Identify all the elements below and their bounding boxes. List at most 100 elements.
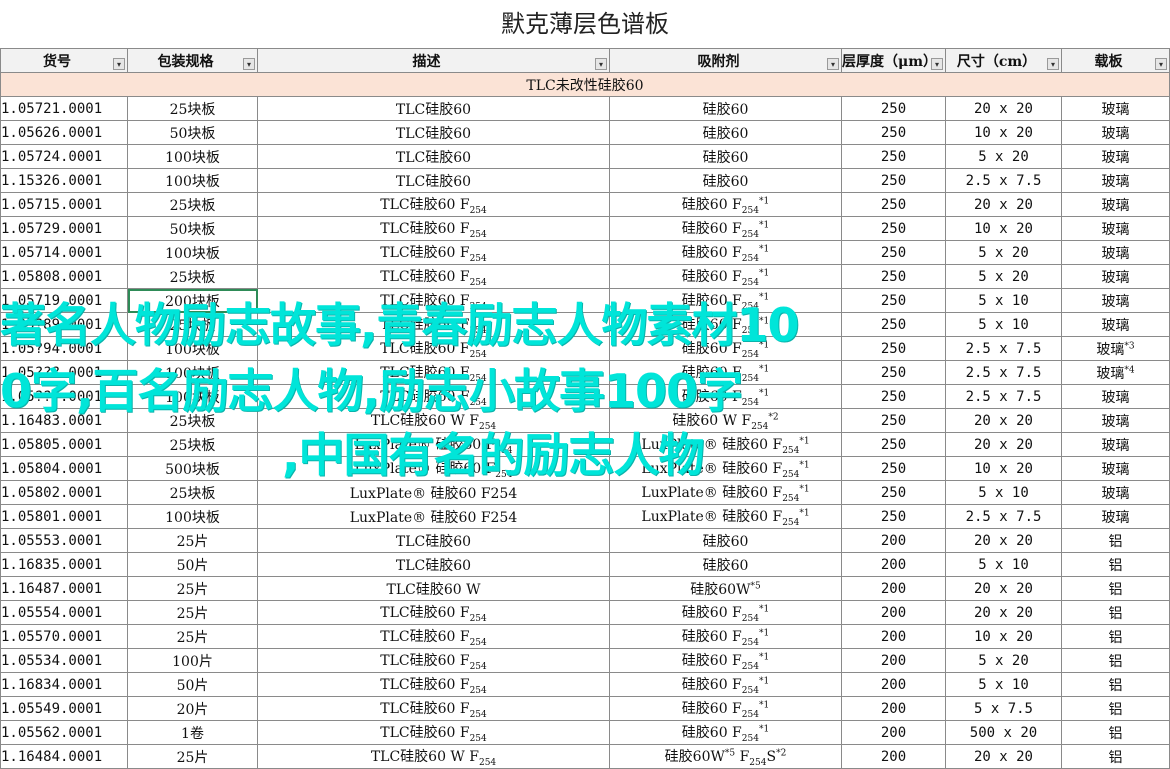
cell-thickness[interactable]: 250 — [841, 168, 946, 193]
cell-description[interactable]: TLC硅胶60 F254 — [257, 216, 610, 241]
cell-package[interactable]: 100块板 — [127, 240, 258, 265]
cell-thickness[interactable]: 250 — [841, 192, 946, 217]
cell-adsorbent[interactable]: 硅胶60 F254*1 — [609, 720, 842, 745]
cell-catalog-number[interactable]: 1.16487.0001 — [0, 576, 128, 601]
cell-plate[interactable]: 铝 — [1061, 600, 1170, 625]
cell-thickness[interactable]: 250 — [841, 480, 946, 505]
cell-size[interactable]: 20 x 20 — [945, 600, 1062, 625]
cell-size[interactable]: 10 x 20 — [945, 216, 1062, 241]
cell-plate[interactable]: 玻璃 — [1061, 96, 1170, 121]
filter-dropdown-icon[interactable]: ▾ — [243, 58, 255, 70]
cell-catalog-number[interactable]: 1.05626.0001 — [0, 120, 128, 145]
cell-adsorbent[interactable]: 硅胶60 — [609, 120, 842, 145]
cell-adsorbent[interactable]: 硅胶60 F254*1 — [609, 264, 842, 289]
cell-size[interactable]: 5 x 10 — [945, 480, 1062, 505]
cell-size[interactable]: 10 x 20 — [945, 624, 1062, 649]
cell-size[interactable]: 20 x 20 — [945, 192, 1062, 217]
cell-catalog-number[interactable]: 1.05715.0001 — [0, 192, 128, 217]
cell-adsorbent[interactable]: 硅胶60 F254*1 — [609, 288, 842, 313]
cell-plate[interactable]: 玻璃 — [1061, 456, 1170, 481]
cell-plate[interactable]: 铝 — [1061, 696, 1170, 721]
cell-description[interactable]: TLC硅胶60 F254 — [257, 384, 610, 409]
cell-catalog-number[interactable]: 1.05724.0001 — [0, 144, 128, 169]
cell-catalog-number[interactable]: 1.05714.0001 — [0, 240, 128, 265]
cell-adsorbent[interactable]: LuxPlate® 硅胶60 F254*1 — [609, 456, 842, 481]
cell-thickness[interactable]: 200 — [841, 528, 946, 553]
cell-catalog-number[interactable]: 1.05721.0001 — [0, 96, 128, 121]
cell-description[interactable]: TLC硅胶60 F254 — [257, 672, 610, 697]
cell-thickness[interactable]: 250 — [841, 336, 946, 361]
cell-description[interactable]: TLC硅胶60 — [257, 168, 610, 193]
cell-plate[interactable]: 铝 — [1061, 528, 1170, 553]
cell-catalog-number[interactable]: 1.05719.0001 — [0, 288, 128, 313]
cell-thickness[interactable]: 250 — [841, 264, 946, 289]
cell-thickness[interactable]: 250 — [841, 288, 946, 313]
cell-thickness[interactable]: 250 — [841, 432, 946, 457]
cell-thickness[interactable]: 200 — [841, 648, 946, 673]
cell-plate[interactable]: 玻璃 — [1061, 120, 1170, 145]
cell-size[interactable]: 5 x 10 — [945, 312, 1062, 337]
cell-catalog-number[interactable]: 1.05???.0001 — [0, 360, 128, 385]
cell-plate[interactable]: 玻璃 — [1061, 216, 1170, 241]
cell-size[interactable]: 5 x 20 — [945, 264, 1062, 289]
cell-catalog-number[interactable]: 1.16834.0001 — [0, 672, 128, 697]
cell-adsorbent[interactable]: 硅胶60 F254*1 — [609, 384, 842, 409]
cell-plate[interactable]: 玻璃 — [1061, 168, 1170, 193]
filter-dropdown-icon[interactable]: ▾ — [1047, 58, 1059, 70]
cell-plate[interactable]: 铝 — [1061, 744, 1170, 769]
cell-package[interactable]: 25片 — [127, 576, 258, 601]
cell-plate[interactable]: 铝 — [1061, 576, 1170, 601]
cell-size[interactable]: 2.5 x 7.5 — [945, 360, 1062, 385]
cell-size[interactable]: 20 x 20 — [945, 528, 1062, 553]
cell-adsorbent[interactable]: LuxPlate® 硅胶60 F254*1 — [609, 432, 842, 457]
cell-thickness[interactable]: 200 — [841, 672, 946, 697]
cell-thickness[interactable]: 250 — [841, 360, 946, 385]
cell-size[interactable]: 10 x 20 — [945, 456, 1062, 481]
cell-package[interactable]: 100块板 — [127, 384, 258, 409]
cell-size[interactable]: 5 x 10 — [945, 672, 1062, 697]
cell-catalog-number[interactable]: 1.15326.0001 — [0, 168, 128, 193]
cell-description[interactable]: TLC硅胶60 F254 — [257, 240, 610, 265]
cell-size[interactable]: 20 x 20 — [945, 744, 1062, 769]
cell-package[interactable]: 100片 — [127, 648, 258, 673]
cell-plate[interactable]: 铝 — [1061, 624, 1170, 649]
cell-adsorbent[interactable]: 硅胶60 F254*1 — [609, 360, 842, 385]
cell-package[interactable]: 1卷 — [127, 720, 258, 745]
cell-plate[interactable]: 玻璃*3 — [1061, 336, 1170, 361]
cell-description[interactable]: TLC硅胶60 — [257, 144, 610, 169]
cell-adsorbent[interactable]: LuxPlate® 硅胶60 F254*1 — [609, 480, 842, 505]
cell-size[interactable]: 20 x 20 — [945, 576, 1062, 601]
cell-description[interactable]: LuxPlate® 硅胶60 F254 — [257, 456, 610, 481]
cell-plate[interactable]: 玻璃 — [1061, 408, 1170, 433]
cell-package[interactable]: 50片 — [127, 552, 258, 577]
cell-plate[interactable]: 玻璃 — [1061, 384, 1170, 409]
cell-size[interactable]: 5 x 20 — [945, 648, 1062, 673]
cell-size[interactable]: 20 x 20 — [945, 96, 1062, 121]
cell-package[interactable]: 25块板 — [127, 408, 258, 433]
cell-plate[interactable]: 玻璃*4 — [1061, 360, 1170, 385]
cell-catalog-number[interactable]: 1.05554.0001 — [0, 600, 128, 625]
cell-thickness[interactable]: 200 — [841, 696, 946, 721]
cell-size[interactable]: 5 x 10 — [945, 288, 1062, 313]
cell-catalog-number[interactable]: 1.05?94.0001 — [0, 336, 128, 361]
cell-description[interactable]: LuxPlate® 硅胶60 F254 — [257, 504, 610, 529]
cell-catalog-number[interactable]: 1.05???.0001 — [0, 384, 128, 409]
cell-adsorbent[interactable]: 硅胶60 F254*1 — [609, 648, 842, 673]
cell-adsorbent[interactable]: 硅胶60 F254*1 — [609, 600, 842, 625]
cell-description[interactable]: TLC硅胶60 F254 — [257, 600, 610, 625]
cell-description[interactable]: TLC硅胶60 F254 — [257, 288, 610, 313]
cell-plate[interactable]: 铝 — [1061, 720, 1170, 745]
cell-thickness[interactable]: 250 — [841, 504, 946, 529]
cell-package[interactable]: 100块板 — [127, 504, 258, 529]
filter-dropdown-icon[interactable]: ▾ — [113, 58, 125, 70]
cell-description[interactable]: TLC硅胶60 F254 — [257, 624, 610, 649]
cell-description[interactable]: TLC硅胶60 F254 — [257, 720, 610, 745]
cell-description[interactable]: TLC硅胶60 — [257, 528, 610, 553]
cell-adsorbent[interactable]: 硅胶60 — [609, 552, 842, 577]
cell-thickness[interactable]: 200 — [841, 720, 946, 745]
cell-plate[interactable]: 玻璃 — [1061, 432, 1170, 457]
cell-adsorbent[interactable]: 硅胶60 — [609, 168, 842, 193]
cell-description[interactable]: TLC硅胶60 F254 — [257, 696, 610, 721]
cell-thickness[interactable]: 200 — [841, 552, 946, 577]
cell-description[interactable]: TLC硅胶60 W F254 — [257, 744, 610, 769]
